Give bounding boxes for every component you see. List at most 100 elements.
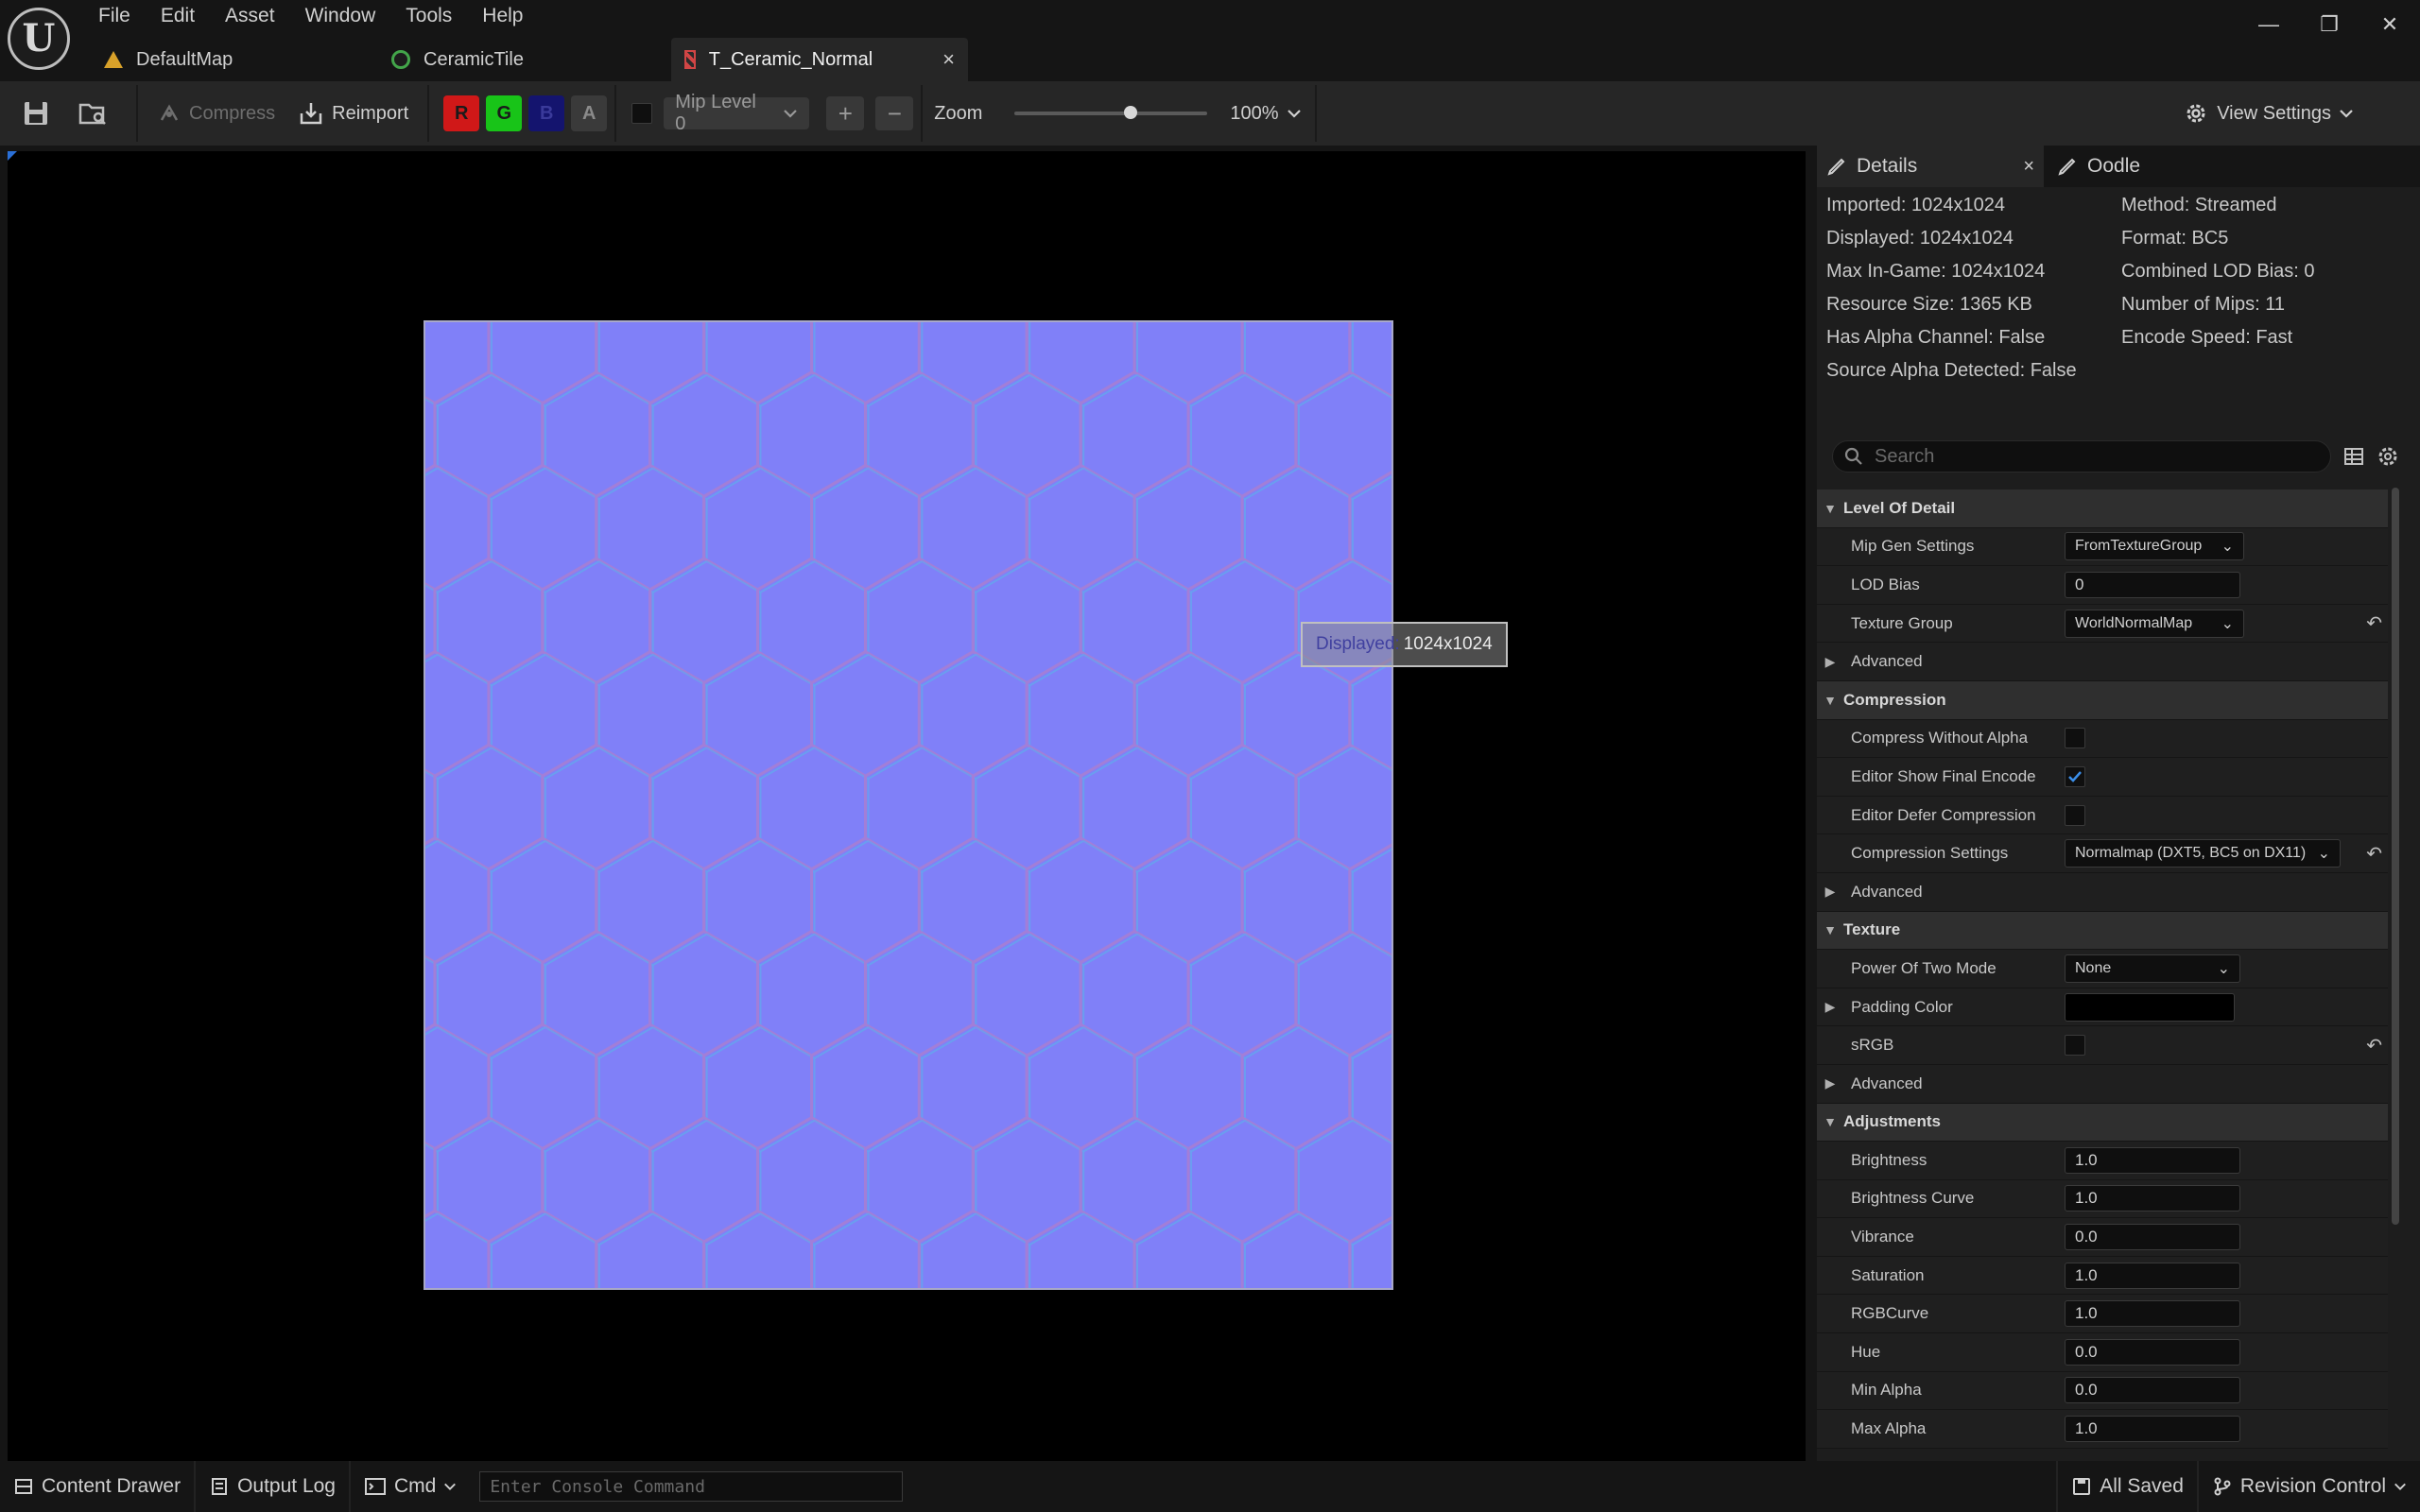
advanced-lod[interactable]: ▶ Advanced [1817,643,2388,681]
prop-min-alpha: Min Alpha 0.0 [1817,1371,2388,1411]
close-tab-icon[interactable]: × [2023,156,2034,178]
expand-right-icon[interactable]: ▶ [1817,999,1843,1015]
tab-oodle[interactable]: Oodle [2044,146,2150,187]
status-bar: Content Drawer Output Log Cmd Enter Cons… [0,1461,2420,1512]
window-controls: — ❐ ✕ [2238,0,2420,49]
prop-name: Power Of Two Mode [1851,958,1996,977]
minimize-button[interactable]: — [2238,0,2299,49]
prop-name: Max Alpha [1851,1419,1927,1438]
texture-viewport[interactable]: Displayed: 1024x1024 [8,151,1806,1461]
reset-to-default-icon[interactable]: ↶ [2366,842,2382,866]
brightness-curve-input[interactable]: 1.0 [2065,1185,2240,1212]
menu-help[interactable]: Help [467,0,538,32]
reset-to-default-icon[interactable]: ↶ [2366,1034,2382,1057]
category-texture[interactable]: ▼ Texture [1817,911,2388,951]
cmd-dropdown[interactable]: Cmd [351,1461,470,1512]
revision-control-button[interactable]: Revision Control [2199,1461,2420,1512]
checkmark-icon [2068,771,2082,782]
category-compression[interactable]: ▼ Compression [1817,680,2388,720]
brightness-input[interactable]: 1.0 [2065,1146,2240,1174]
menu-edit[interactable]: Edit [146,0,210,32]
save-icon [25,102,47,125]
menu-tools[interactable]: Tools [390,0,467,32]
mip-decrease-button[interactable]: − [875,96,914,130]
max-alpha-input[interactable]: 1.0 [2065,1416,2240,1443]
terminal-icon [364,1478,386,1495]
zoom-slider-knob[interactable] [1123,106,1137,119]
prop-saturation: Saturation 1.0 [1817,1256,2388,1296]
browse-asset-button[interactable] [72,93,113,134]
table-view-icon[interactable] [2342,445,2365,468]
chevron-down-icon: ⌄ [2317,846,2330,863]
compress-button[interactable]: Compress [146,93,286,134]
console-command-input[interactable]: Enter Console Command [479,1471,904,1502]
close-window-button[interactable]: ✕ [2360,0,2420,49]
menu-file[interactable]: File [83,0,146,32]
rgbcurve-input[interactable]: 1.0 [2065,1300,2240,1328]
texture-group-dropdown[interactable]: WorldNormalMap ⌄ [2065,609,2244,638]
tab-defaultmap[interactable]: DefaultMap [91,38,378,81]
reimport-button[interactable]: Reimport [286,93,420,134]
all-saved-button[interactable]: All Saved [2056,1461,2199,1512]
view-settings-label: View Settings [2217,102,2331,124]
view-settings-button[interactable]: View Settings [2183,93,2354,134]
content-drawer-button[interactable]: Content Drawer [0,1461,197,1512]
output-log-button[interactable]: Output Log [196,1461,351,1512]
category-label: Texture [1843,920,1901,939]
power-of-two-mode-dropdown[interactable]: None ⌄ [2065,954,2240,983]
save-button[interactable] [15,93,57,134]
tab-ceramictile[interactable]: CeramicTile [378,38,671,81]
menu-window[interactable]: Window [290,0,391,32]
alpha-channel-toggle[interactable]: A [571,95,608,131]
details-search-input[interactable]: Search [1832,440,2331,472]
dropdown-value: FromTextureGroup [2075,538,2203,555]
compression-settings-dropdown[interactable]: Normalmap (DXT5, BC5 on DX11) ⌄ [2065,839,2341,868]
menu-asset[interactable]: Asset [210,0,290,32]
prop-power-of-two-mode: Power Of Two Mode None ⌄ [1817,950,2388,988]
mip-gen-settings-dropdown[interactable]: FromTextureGroup ⌄ [2065,532,2244,561]
tab-details[interactable]: Details × [1817,146,2044,187]
restore-button[interactable]: ❐ [2299,0,2360,49]
category-level-of-detail[interactable]: ▼ Level Of Detail [1817,490,2388,528]
unreal-logo-icon[interactable]: U [8,8,70,70]
editor-show-final-encode-checkbox[interactable] [2065,765,2085,787]
zoom-value-dropdown[interactable]: 100% [1230,103,1301,125]
category-adjustments[interactable]: ▼ Adjustments [1817,1103,2388,1143]
advanced-compression[interactable]: ▶ Advanced [1817,872,2388,912]
gear-icon [2187,104,2205,123]
srgb-checkbox[interactable] [2065,1035,2085,1057]
editor-defer-compression-checkbox[interactable] [2065,804,2085,826]
blue-channel-toggle[interactable]: B [528,95,565,131]
category-label: Level Of Detail [1843,498,1956,517]
tab-t-ceramic-normal[interactable]: T_Ceramic_Normal × [671,38,968,81]
prop-name: Editor Show Final Encode [1851,766,2036,785]
lod-bias-input[interactable]: 0 [2065,571,2240,598]
property-list: ▼ Level Of Detail Mip Gen Settings FromT… [1817,490,2388,1449]
displayed-size-tooltip: Displayed: 1024x1024 [1301,622,1508,667]
expand-right-icon: ▶ [1824,884,1836,900]
advanced-texture[interactable]: ▶ Advanced [1817,1064,2388,1104]
details-tab-label: Details [1857,155,1918,177]
mip-level-checkbox[interactable] [631,103,653,124]
prop-name: Vibrance [1851,1228,1914,1246]
compress-without-alpha-checkbox[interactable] [2065,728,2085,749]
padding-color-swatch[interactable] [2065,992,2235,1022]
reset-to-default-icon[interactable]: ↶ [2366,611,2382,635]
min-alpha-input[interactable]: 0.0 [2065,1377,2240,1404]
red-channel-toggle[interactable]: R [443,95,480,131]
details-scrollbar[interactable] [2392,488,2399,1225]
compress-icon [160,104,179,121]
zoom-slider[interactable] [1014,106,1208,119]
toolbar: Compress Reimport R G B A Mip Level 0 + … [0,81,2420,146]
mip-level-dropdown[interactable]: Mip Level 0 [664,92,810,134]
vibrance-input[interactable]: 0.0 [2065,1224,2240,1251]
hue-input[interactable]: 0.0 [2065,1338,2240,1366]
saturation-input[interactable]: 1.0 [2065,1262,2240,1289]
prop-name: Hue [1851,1342,1881,1361]
gear-icon[interactable] [2377,445,2399,468]
prop-name: Saturation [1851,1265,1925,1284]
green-channel-toggle[interactable]: G [486,95,523,131]
logo-letter: U [22,16,56,60]
mip-increase-button[interactable]: + [826,96,865,130]
close-tab-icon[interactable]: × [942,47,955,72]
